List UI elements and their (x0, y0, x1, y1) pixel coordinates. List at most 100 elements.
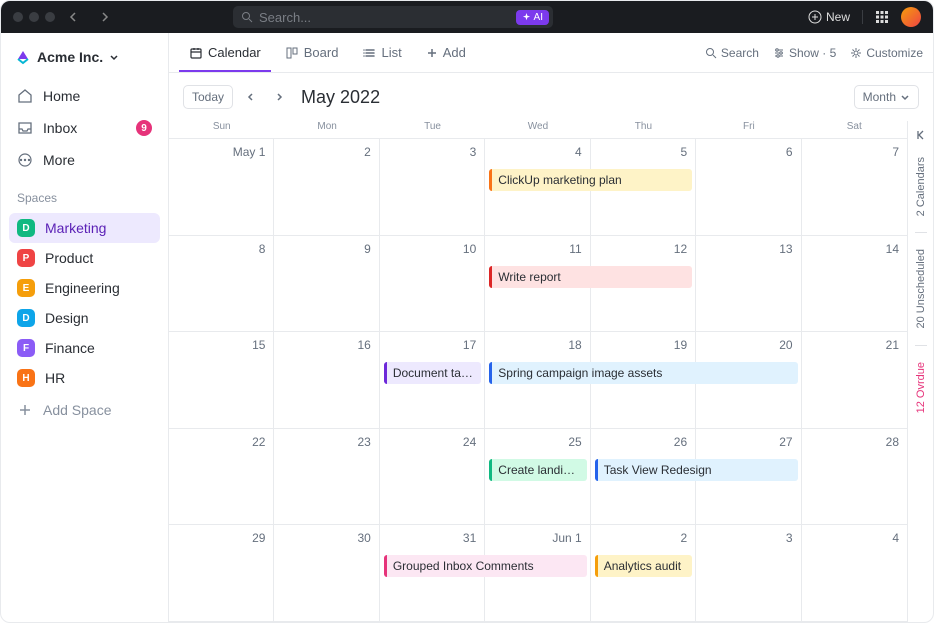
space-chip: F (17, 339, 35, 357)
add-space-button[interactable]: Add Space (9, 395, 160, 425)
inbox-icon (17, 120, 33, 136)
space-item-product[interactable]: P Product (9, 243, 160, 273)
right-rail: 2 Calendars 20 Unscheduled 12 Ovrdue (907, 121, 933, 622)
plus-circle-icon (808, 10, 822, 24)
calendar-grid: SunMonTueWedThuFriSat May 1234567ClickUp… (169, 121, 907, 622)
sidebar-item-label: Inbox (43, 120, 77, 136)
rail-calendars[interactable]: 2 Calendars (915, 151, 927, 222)
week-row: 15161718192021Document target usersSprin… (169, 332, 907, 429)
plus-icon (426, 47, 438, 59)
chevron-down-icon (109, 52, 119, 62)
tab-calendar[interactable]: Calendar (179, 33, 271, 72)
space-item-marketing[interactable]: D Marketing (9, 213, 160, 243)
titlebar: Search... AI New (1, 1, 933, 33)
ai-badge[interactable]: AI (516, 10, 549, 25)
sidebar-item-label: More (43, 152, 75, 168)
sparkle-icon (522, 13, 531, 22)
space-chip: H (17, 369, 35, 387)
week-row: 22232425262728Create landing pageTask Vi… (169, 429, 907, 526)
sliders-icon (773, 47, 785, 59)
inbox-badge: 9 (136, 120, 152, 136)
calendar-event[interactable]: Create landing page (489, 459, 586, 481)
list-icon (362, 46, 376, 60)
space-item-hr[interactable]: H HR (9, 363, 160, 393)
collapse-rail-button[interactable] (915, 129, 927, 141)
today-button[interactable]: Today (183, 85, 233, 109)
space-chip: D (17, 309, 35, 327)
space-label: Finance (45, 340, 95, 356)
board-icon (285, 46, 299, 60)
workspace-logo-icon (15, 49, 31, 65)
new-button[interactable]: New (808, 10, 850, 24)
tab-add-view[interactable]: Add (416, 33, 476, 72)
tab-board[interactable]: Board (275, 33, 349, 72)
workspace-switcher[interactable]: Acme Inc. (9, 45, 160, 69)
sidebar-item-more[interactable]: More (9, 145, 160, 175)
space-label: HR (45, 370, 65, 386)
rail-unscheduled[interactable]: 20 Unscheduled (915, 243, 927, 335)
view-mode-select[interactable]: Month (854, 85, 919, 109)
calendar-event[interactable]: Analytics audit (595, 555, 692, 577)
avatar[interactable] (901, 7, 921, 27)
calendar-event[interactable]: Document target users (384, 362, 481, 384)
main: Calendar Board List Add Searc (169, 33, 933, 622)
show-button[interactable]: Show · 5 (773, 46, 836, 60)
search-placeholder: Search... (259, 10, 311, 25)
rail-overdue[interactable]: 12 Ovrdue (915, 356, 927, 419)
nav-back-button[interactable] (63, 7, 85, 27)
week-row: 891011121314Write report (169, 236, 907, 333)
space-label: Product (45, 250, 93, 266)
prev-month-button[interactable] (241, 87, 261, 107)
chevron-down-icon (900, 92, 910, 102)
space-label: Design (45, 310, 89, 326)
week-row: May 1234567ClickUp marketing plan (169, 139, 907, 236)
dow-cell: Fri (696, 121, 801, 132)
next-month-button[interactable] (269, 87, 289, 107)
space-chip: P (17, 249, 35, 267)
customize-button[interactable]: Customize (850, 46, 923, 60)
sidebar-item-label: Home (43, 88, 80, 104)
week-row: 293031Jun 1234Grouped Inbox CommentsAnal… (169, 525, 907, 622)
dow-cell: Thu (591, 121, 696, 132)
space-chip: D (17, 219, 35, 237)
space-label: Marketing (45, 220, 106, 236)
sidebar-item-home[interactable]: Home (9, 81, 160, 111)
space-item-design[interactable]: D Design (9, 303, 160, 333)
calendar-toolbar: Today May 2022 Month (169, 73, 933, 121)
calendar-event[interactable]: Spring campaign image assets (489, 362, 797, 384)
space-item-finance[interactable]: F Finance (9, 333, 160, 363)
apps-icon[interactable] (875, 10, 889, 24)
spaces-label: Spaces (9, 177, 160, 211)
nav-forward-button[interactable] (93, 7, 115, 27)
dow-cell: Tue (380, 121, 485, 132)
sidebar-item-label: Add Space (43, 402, 112, 418)
month-title: May 2022 (301, 87, 380, 108)
search-icon (241, 11, 253, 23)
gear-icon (850, 47, 862, 59)
calendar-event[interactable]: Task View Redesign (595, 459, 798, 481)
view-tabs: Calendar Board List Add Searc (169, 33, 933, 73)
calendar-event[interactable]: Grouped Inbox Comments (384, 555, 587, 577)
more-icon (17, 152, 33, 168)
window-controls[interactable] (13, 12, 55, 22)
day-of-week-header: SunMonTueWedThuFriSat (169, 121, 907, 138)
sidebar: Acme Inc. Home Inbox 9 More Spaces D Mark… (1, 33, 169, 622)
sidebar-item-inbox[interactable]: Inbox 9 (9, 113, 160, 143)
plus-icon (17, 402, 33, 418)
dow-cell: Sun (169, 121, 274, 132)
calendar-event[interactable]: Write report (489, 266, 692, 288)
home-icon (17, 88, 33, 104)
space-chip: E (17, 279, 35, 297)
calendar-event[interactable]: ClickUp marketing plan (489, 169, 692, 191)
search-view-button[interactable]: Search (705, 46, 759, 60)
search-icon (705, 47, 717, 59)
dow-cell: Wed (485, 121, 590, 132)
dow-cell: Mon (274, 121, 379, 132)
collapse-icon (915, 129, 927, 141)
space-item-engineering[interactable]: E Engineering (9, 273, 160, 303)
space-label: Engineering (45, 280, 120, 296)
tab-list[interactable]: List (352, 33, 411, 72)
dow-cell: Sat (802, 121, 907, 132)
calendar-icon (189, 46, 203, 60)
global-search[interactable]: Search... AI (233, 6, 553, 28)
